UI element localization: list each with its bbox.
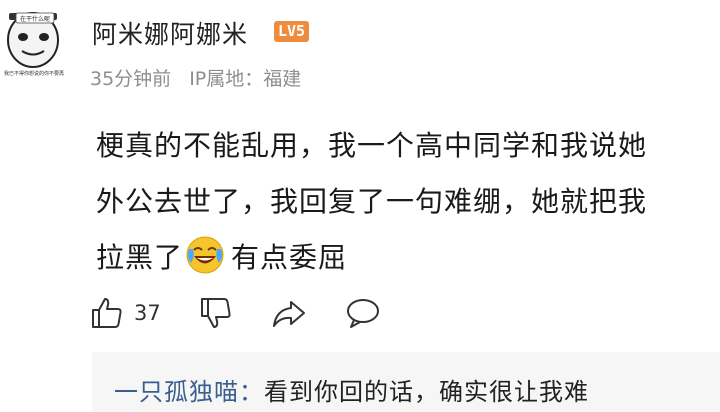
reply-content: 看到你回的话，确实很让我难 — [264, 378, 589, 406]
action-bar: 37 — [90, 292, 381, 334]
comment-line: 外公去世了，我回复了一句难绷，她就把我 — [96, 185, 648, 218]
avatar[interactable]: 在干什么呢 我已不得你想说的你不要再 — [0, 4, 68, 88]
share-arrow-icon — [271, 296, 307, 330]
comment-button[interactable] — [345, 296, 381, 330]
thumbs-down-icon — [199, 296, 233, 330]
reply-preview[interactable]: 一只孤独喵：看到你回的话，确实很让我难 — [92, 352, 720, 412]
comment-line: 梗真的不能乱用，我一个高中同学和我说她 — [96, 129, 648, 162]
ip-location: IP属地：福建 — [189, 68, 302, 90]
comment-line-end: 有点委屈 — [231, 241, 348, 274]
post-time: 35分钟前 — [90, 68, 172, 90]
level-badge: LV5 — [274, 21, 310, 42]
like-button[interactable]: 37 — [90, 296, 161, 330]
dislike-button[interactable] — [199, 296, 233, 330]
comment-line-start: 拉黑了 — [96, 241, 184, 274]
speech-bubble-icon — [345, 296, 381, 330]
crying-laughing-emoji-icon — [185, 235, 225, 275]
share-button[interactable] — [271, 296, 307, 330]
thumbs-up-icon — [90, 296, 124, 330]
comment-body: 梗真的不能乱用，我一个高中同学和我说她 外公去世了，我回复了一句难绷，她就把我 … — [96, 118, 710, 286]
comment-meta: 35分钟前 IP属地：福建 — [90, 64, 319, 91]
like-count: 37 — [134, 301, 161, 325]
reply-author[interactable]: 一只孤独喵： — [114, 378, 264, 406]
comment-line: 拉黑了 有点委屈 — [96, 230, 710, 286]
reply-line: 一只孤独喵：看到你回的话，确实很让我难 — [114, 372, 589, 407]
avatar-caption-top: 在干什么呢 — [20, 15, 50, 23]
username[interactable]: 阿米娜阿娜米 — [92, 15, 248, 51]
avatar-caption-bottom: 我已不得你想说的你不要再 — [4, 70, 64, 77]
